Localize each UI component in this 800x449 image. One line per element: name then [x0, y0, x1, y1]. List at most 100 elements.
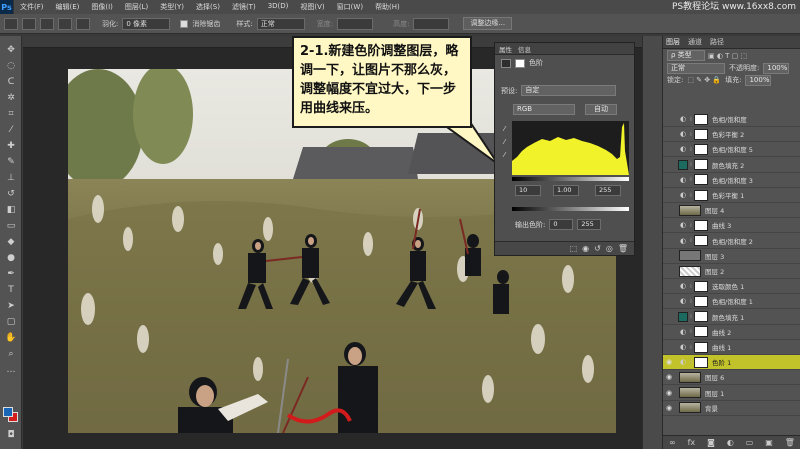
layer-mask-thumbnail[interactable] [694, 341, 708, 353]
crop-tool-icon[interactable]: ⌗ [4, 108, 18, 121]
menu-item[interactable]: 编辑(E) [50, 2, 86, 12]
path-selection-icon[interactable]: ➤ [4, 300, 18, 313]
marquee-tool-icon[interactable]: ◌ [4, 60, 18, 73]
shape-tool-icon[interactable]: ▢ [4, 316, 18, 329]
white-point-eyedropper-icon[interactable]: ⁄ [500, 151, 509, 160]
layer-mask-thumbnail[interactable] [694, 128, 708, 140]
layer-mask-thumbnail[interactable] [694, 280, 708, 292]
visibility-eye-icon[interactable]: ◉ [663, 237, 675, 245]
visibility-eye-icon[interactable]: ◉ [663, 282, 675, 290]
foreground-color-swatch[interactable] [3, 407, 13, 417]
output-black-field[interactable]: 0 [549, 219, 574, 230]
clip-to-layer-icon[interactable]: ⬚ [570, 244, 578, 253]
layer-mask-thumbnail[interactable] [694, 356, 708, 368]
layer-mask-thumbnail[interactable] [694, 219, 708, 231]
filter-icons[interactable]: ▣ ◐ T ▢ ⬚ [708, 52, 747, 60]
layer-mask-thumbnail[interactable] [694, 295, 708, 307]
delete-layer-icon[interactable]: 🗑 [785, 438, 795, 447]
layer-row[interactable]: ◉ 背景 [663, 401, 800, 416]
visibility-eye-icon[interactable]: ◉ [663, 130, 675, 138]
visibility-eye-icon[interactable]: ◉ [663, 191, 675, 199]
layer-thumbnail[interactable] [679, 204, 701, 216]
quick-mask-icon[interactable]: ◘ [4, 429, 18, 442]
blend-mode-select[interactable]: 正常 [667, 62, 725, 74]
visibility-eye-icon[interactable]: ◉ [663, 221, 675, 229]
magic-wand-icon[interactable]: ✲ [4, 92, 18, 105]
input-gamma-field[interactable]: 1.00 [553, 185, 579, 196]
gradient-tool-icon[interactable]: ▭ [4, 220, 18, 233]
tool-preset-picker[interactable] [4, 17, 18, 30]
layer-row[interactable]: ◉◐⁞曲线 2 [663, 325, 800, 340]
menu-item[interactable]: 滤镜(T) [226, 2, 262, 12]
histogram[interactable] [512, 121, 629, 175]
layer-row[interactable]: ◉ 图层 2 [663, 264, 800, 279]
view-previous-icon[interactable]: ◉ [582, 244, 589, 253]
visibility-eye-icon[interactable]: ◉ [663, 358, 675, 366]
pen-tool-icon[interactable]: ✒ [4, 268, 18, 281]
layer-mask-thumbnail[interactable] [694, 326, 708, 338]
antialias-checkbox[interactable] [180, 19, 189, 28]
add-mask-icon[interactable]: ◙ [707, 438, 715, 447]
visibility-eye-icon[interactable]: ◉ [663, 313, 675, 321]
layer-row[interactable]: ◉◐⁞曲线 1 [663, 340, 800, 355]
layer-row[interactable]: ◉◐⁞色相/饱和度 2 [663, 234, 800, 249]
input-levels-slider[interactable] [512, 177, 629, 181]
menu-item[interactable]: 选择(S) [190, 2, 226, 12]
eraser-tool-icon[interactable]: ◧ [4, 204, 18, 217]
zoom-tool-icon[interactable]: ⌕ [4, 348, 18, 361]
layer-style-icon[interactable]: fx [688, 438, 696, 447]
fill-field[interactable]: 100% [745, 74, 772, 86]
layer-mask-icon[interactable] [515, 58, 525, 68]
more-tools-icon[interactable]: … [4, 364, 18, 377]
layer-mask-thumbnail[interactable] [694, 311, 708, 323]
eyedropper-tool-icon[interactable]: ⁄ [4, 124, 18, 137]
input-white-field[interactable]: 255 [595, 185, 621, 196]
toggle-visibility-icon[interactable]: ◎ [606, 244, 613, 253]
tab-properties[interactable]: 属性 [499, 44, 512, 54]
layer-row[interactable]: ◉ 图层 3 [663, 249, 800, 264]
black-point-eyedropper-icon[interactable]: ⁄ [500, 125, 509, 134]
intersect-selection-icon[interactable] [76, 17, 90, 30]
visibility-eye-icon[interactable]: ◉ [663, 404, 675, 412]
type-tool-icon[interactable]: T [4, 284, 18, 297]
auto-button[interactable]: 自动 [585, 104, 617, 115]
layer-row[interactable]: ◉◐⁞曲线 3 [663, 218, 800, 234]
add-selection-icon[interactable] [40, 17, 54, 30]
visibility-eye-icon[interactable]: ◉ [663, 389, 675, 397]
menu-item[interactable]: 图层(L) [119, 2, 154, 12]
tab-channels[interactable]: 通道 [688, 37, 702, 47]
input-black-field[interactable]: 10 [515, 185, 541, 196]
tab-paths[interactable]: 路径 [710, 37, 724, 47]
channel-select[interactable]: RGB [513, 104, 575, 115]
layer-row[interactable]: ◉◐⁞色彩平衡 2 [663, 127, 800, 143]
lasso-tool-icon[interactable]: ᑕ [4, 76, 18, 89]
layer-mask-thumbnail[interactable] [694, 113, 708, 125]
dodge-tool-icon[interactable]: ● [4, 252, 18, 265]
layer-row[interactable]: ◉ ◐ ⁞ 色阶 1 [663, 355, 800, 371]
visibility-eye-icon[interactable]: ◉ [663, 252, 675, 260]
layer-row[interactable]: ◉⁞颜色填充 2 [663, 158, 800, 173]
gray-point-eyedropper-icon[interactable]: ⁄ [500, 138, 509, 147]
layer-thumbnail[interactable] [679, 387, 701, 399]
height-input[interactable] [413, 17, 450, 30]
layer-thumbnail[interactable] [679, 250, 701, 262]
visibility-eye-icon[interactable]: ◉ [663, 206, 675, 214]
output-white-field[interactable]: 255 [577, 219, 602, 230]
layer-row[interactable]: ◉◐⁞色相/饱和度 [663, 112, 800, 127]
blur-tool-icon[interactable]: ◆ [4, 236, 18, 249]
visibility-eye-icon[interactable]: ◉ [663, 297, 675, 305]
layer-row[interactable]: ◉ 图层 6 [663, 370, 800, 386]
layer-thumbnail[interactable] [679, 371, 701, 383]
layer-mask-thumbnail[interactable] [694, 159, 708, 171]
new-adjustment-icon[interactable]: ◐ [727, 438, 734, 447]
width-input[interactable] [337, 17, 374, 30]
new-group-icon[interactable]: ▭ [746, 438, 754, 447]
layer-thumbnail[interactable] [679, 265, 701, 277]
delete-icon[interactable]: 🗑 [618, 244, 628, 253]
lock-icons[interactable]: ⬚ ✎ ✥ 🔒 [687, 76, 721, 84]
layer-row[interactable]: ◉⁞颜色填充 1 [663, 310, 800, 325]
subtract-selection-icon[interactable] [58, 17, 72, 30]
visibility-eye-icon[interactable]: ◉ [663, 343, 675, 351]
feather-input[interactable]: 0 像素 [122, 17, 171, 30]
reset-icon[interactable]: ↺ [594, 244, 601, 253]
